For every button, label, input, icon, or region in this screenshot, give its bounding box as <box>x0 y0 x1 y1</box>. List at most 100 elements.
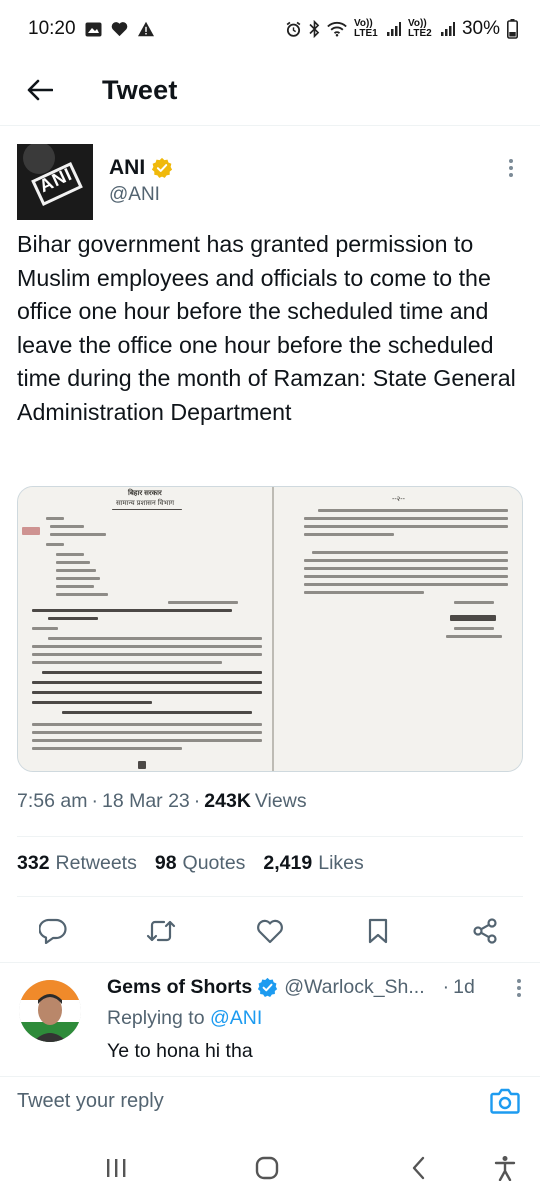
doc-line <box>138 761 146 769</box>
views-count: 243K <box>204 790 251 812</box>
doc-line <box>446 635 502 638</box>
home-button[interactable] <box>252 1153 282 1183</box>
author-name[interactable]: ANI <box>109 156 145 180</box>
doc-line <box>46 517 64 520</box>
share-button[interactable] <box>470 916 500 946</box>
stats-divider <box>17 896 523 897</box>
doc-title: बिहार सरकार <box>128 490 162 497</box>
network-2-label: Vo)) LTE2 <box>407 18 432 39</box>
camera-button[interactable] <box>490 1087 522 1117</box>
alarm-icon <box>285 21 302 38</box>
reply-time: 1d <box>453 976 475 998</box>
doc-line <box>304 525 508 528</box>
bookmark-button[interactable] <box>363 916 393 946</box>
doc-line <box>318 509 508 512</box>
reply-separator: · <box>442 976 450 998</box>
author-handle[interactable]: @ANI <box>109 184 173 206</box>
doc-line <box>32 701 152 704</box>
retweets-count: 332 <box>17 852 50 874</box>
doc-line <box>304 575 508 578</box>
meta-separator: · <box>193 790 201 812</box>
reply-author-handle[interactable]: @Warlock_Sh... <box>284 976 424 999</box>
bluetooth-icon <box>309 20 320 38</box>
heart-status-icon <box>111 21 128 37</box>
doc-line <box>32 723 262 726</box>
doc-line <box>454 627 494 630</box>
gallery-icon <box>85 22 102 37</box>
more-dot <box>517 992 521 997</box>
home-icon <box>255 1156 279 1180</box>
meta-separator: · <box>91 790 98 812</box>
accessibility-button[interactable] <box>490 1153 520 1183</box>
tweet-more-button[interactable] <box>499 154 523 182</box>
status-bar: 10:20 Vo)) LTE1 Vo)) LTE2 30% <box>0 0 540 58</box>
retweets-label: Retweets <box>55 852 137 874</box>
bookmark-icon <box>368 918 388 944</box>
network-1-label: Vo)) LTE1 <box>353 18 378 39</box>
replying-to-link[interactable]: @ANI <box>210 1007 262 1029</box>
likes-label: Likes <box>318 852 364 874</box>
doc-line <box>32 747 182 750</box>
doc-line <box>312 551 508 554</box>
doc-line <box>32 653 262 656</box>
retweets-stat[interactable]: 332 Retweets <box>17 852 137 875</box>
reply-button[interactable] <box>38 916 68 946</box>
header-divider <box>0 125 540 126</box>
heart-icon <box>257 919 283 944</box>
doc-line <box>304 583 508 586</box>
doc-line <box>32 691 262 694</box>
reply-more-button[interactable] <box>517 978 521 997</box>
likes-count: 2,419 <box>263 852 313 874</box>
doc-line <box>48 637 262 640</box>
author-avatar[interactable]: ANI <box>17 144 93 220</box>
system-nav-bar <box>0 1140 540 1200</box>
doc-line <box>32 731 262 734</box>
reply-avatar[interactable] <box>19 980 81 1042</box>
tweet-time: 7:56 am <box>17 790 88 812</box>
battery-text: 30% <box>461 18 500 39</box>
doc-subtitle: सामान्य प्रशासन विभाग <box>116 500 175 507</box>
retweet-icon <box>146 920 176 942</box>
document-page-left[interactable]: बिहार सरकार सामान्य प्रशासन विभाग <box>18 487 274 771</box>
doc-line <box>62 711 252 714</box>
doc-line <box>56 569 96 572</box>
camera-icon <box>490 1088 520 1114</box>
comment-icon <box>39 918 67 944</box>
doc-line <box>32 609 232 612</box>
doc-line <box>304 533 394 536</box>
reply-text: Ye to hona hi tha <box>107 1040 253 1062</box>
wifi-icon <box>327 21 347 37</box>
doc-line <box>32 681 262 684</box>
share-icon <box>473 918 497 944</box>
reply-author-name[interactable]: Gems of Shorts <box>107 976 252 999</box>
quotes-stat[interactable]: 98 Quotes <box>155 852 246 875</box>
doc-line <box>56 577 100 580</box>
document-page-right[interactable]: --२-- <box>274 487 522 771</box>
more-dot <box>517 985 521 990</box>
doc-stamp <box>22 527 40 535</box>
reply-verified-badge-icon <box>258 977 278 997</box>
system-back-button[interactable] <box>404 1153 434 1183</box>
doc-line <box>46 543 64 546</box>
tweet-date: 18 Mar 23 <box>101 790 190 812</box>
recent-apps-button[interactable] <box>101 1153 131 1183</box>
like-button[interactable] <box>255 916 285 946</box>
doc-line <box>48 617 98 620</box>
views-label: Views <box>254 790 307 812</box>
doc-line <box>32 661 222 664</box>
back-button[interactable] <box>20 70 60 110</box>
replying-prefix: Replying to <box>107 1007 205 1029</box>
reply-tweet[interactable]: Gems of Shorts @Warlock_Sh... · 1d Reply… <box>17 974 527 1064</box>
retweet-button[interactable] <box>146 916 176 946</box>
doc-line <box>32 645 262 648</box>
more-dot <box>509 166 513 170</box>
tweet-media[interactable]: बिहार सरकार सामान्य प्रशासन विभाग --२-- <box>17 486 523 772</box>
doc-line <box>50 533 106 536</box>
likes-stat[interactable]: 2,419 Likes <box>263 852 363 875</box>
signal-2-icon <box>440 22 455 36</box>
actions-divider <box>0 962 540 963</box>
status-time: 10:20 <box>28 18 76 39</box>
tweet-author-row: ANI ANI @ANI <box>17 144 523 220</box>
reply-input[interactable] <box>17 1090 437 1113</box>
doc-line <box>304 517 508 520</box>
